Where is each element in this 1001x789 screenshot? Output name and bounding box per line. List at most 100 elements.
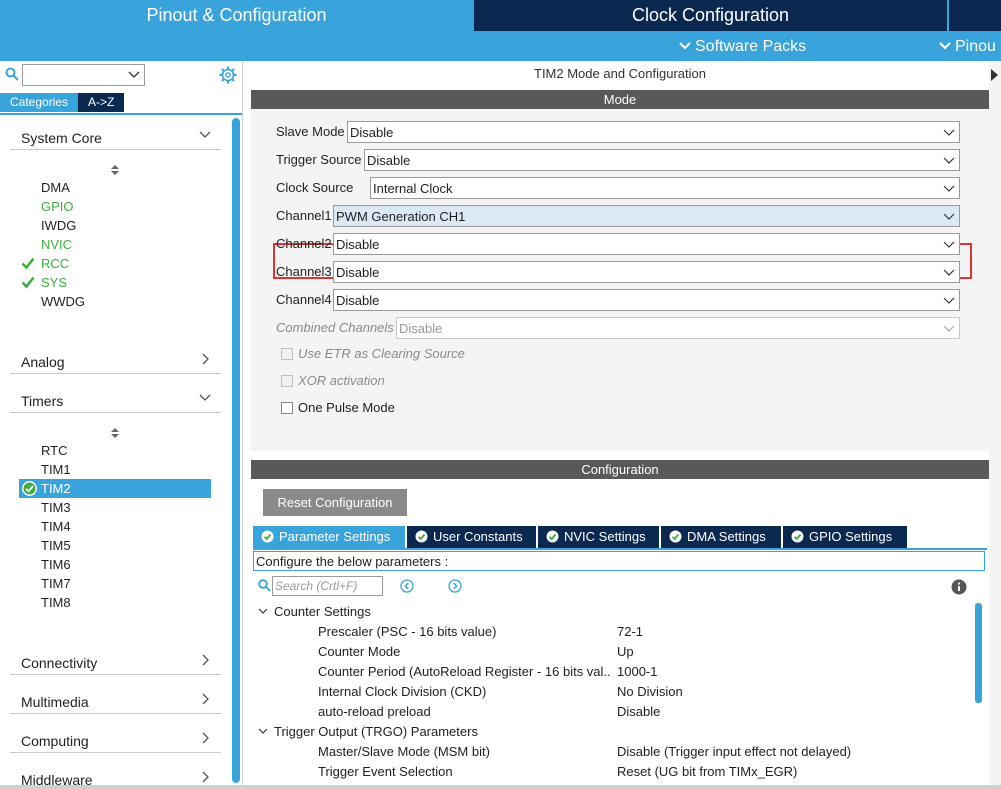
sidebar-item-tim6[interactable]: TIM6 (41, 555, 71, 574)
group-connectivity[interactable]: Connectivity (10, 651, 221, 675)
tab-project-manager[interactable] (949, 0, 1001, 31)
group-multimedia[interactable]: Multimedia (10, 690, 221, 714)
mode-section-header: Mode (251, 90, 989, 109)
previous-result-icon[interactable] (400, 579, 414, 593)
info-icon[interactable] (951, 579, 967, 595)
select-value: Disable (399, 321, 443, 336)
next-result-icon[interactable] (448, 579, 462, 593)
group-timers[interactable]: Timers (10, 389, 221, 413)
param-group-counter-settings[interactable]: Counter Settings (258, 602, 371, 621)
chevron-down-icon (943, 263, 955, 285)
channel4-select[interactable]: Disable (333, 289, 960, 311)
tab-clock-configuration[interactable]: Clock Configuration (474, 0, 947, 31)
tab-categories[interactable]: Categories (0, 93, 79, 112)
field-label: Trigger Source (276, 152, 362, 167)
group-label: Timers (21, 393, 64, 409)
group-analog[interactable]: Analog (10, 350, 221, 374)
one-pulse-mode-checkbox[interactable] (281, 402, 293, 414)
group-middleware[interactable]: Middleware (10, 768, 221, 785)
parameters-scrollbar[interactable] (975, 603, 982, 703)
field-label: Channel3 (276, 264, 332, 279)
tab-dma-settings[interactable]: DMA Settings (661, 526, 781, 548)
sidebar-item-tim1[interactable]: TIM1 (41, 460, 71, 479)
category-search-row (0, 61, 242, 91)
sidebar-item-sys[interactable]: SYS (41, 273, 67, 292)
mode-section: Slave Mode Disable Trigger Source Disabl… (251, 109, 989, 451)
sidebar-item-rtc[interactable]: RTC (41, 441, 67, 460)
trigger-source-select[interactable]: Disable (364, 149, 960, 171)
param-prescaler-value[interactable]: 72-1 (617, 622, 643, 641)
sidebar-item-tim7[interactable]: TIM7 (41, 574, 71, 593)
category-tabs: Categories A->Z (0, 93, 125, 113)
group-system-core[interactable]: System Core (10, 126, 221, 150)
group-label: Multimedia (21, 694, 89, 710)
category-search-input[interactable] (22, 64, 145, 86)
param-counter-period-value[interactable]: 1000-1 (617, 662, 657, 681)
tab-nvic-settings[interactable]: NVIC Settings (538, 526, 659, 548)
chevron-down-icon (258, 724, 274, 743)
parameter-search-input[interactable]: Search (Crtl+F) (272, 576, 383, 596)
select-value: Disable (367, 153, 411, 168)
tab-underline (0, 113, 242, 115)
param-clock-division-value[interactable]: No Division (617, 682, 683, 701)
tab-parameter-settings[interactable]: Parameter Settings (253, 526, 405, 548)
sidebar-item-wwdg[interactable]: WWDG (41, 292, 85, 311)
field-label: Channel4 (276, 292, 332, 307)
sidebar-item-tim5[interactable]: TIM5 (41, 536, 71, 555)
sidebar-item-iwdg[interactable]: IWDG (41, 216, 76, 235)
check-circle-icon (261, 530, 274, 543)
sidebar-item-tim4[interactable]: TIM4 (41, 517, 71, 536)
sort-icon[interactable] (110, 427, 120, 440)
sidebar-item-rcc[interactable]: RCC (41, 254, 69, 273)
tab-gpio-settings[interactable]: GPIO Settings (783, 526, 907, 548)
param-group-label: Counter Settings (274, 604, 371, 619)
select-value: Disable (336, 265, 380, 280)
right-panel-scroll-strip[interactable] (989, 61, 1001, 785)
pinout-menu[interactable]: Pinou (939, 35, 996, 57)
tab-a-to-z[interactable]: A->Z (78, 93, 125, 112)
software-packs-menu[interactable]: Software Packs (679, 35, 806, 57)
gear-icon[interactable] (219, 66, 237, 84)
field-label: Clock Source (276, 180, 354, 195)
left-scrollbar[interactable] (232, 118, 240, 783)
channel3-select[interactable]: Disable (333, 261, 960, 283)
tab-pinout-configuration[interactable]: Pinout & Configuration (0, 0, 473, 31)
bottom-status-strip (0, 785, 1001, 789)
check-circle-icon (22, 481, 37, 496)
param-auto-reload-value[interactable]: Disable (617, 702, 660, 721)
sidebar-item-tim8[interactable]: TIM8 (41, 593, 71, 612)
param-trigger-event-value[interactable]: Reset (UG bit from TIMx_EGR) (617, 762, 797, 781)
group-label: Computing (21, 733, 89, 749)
tab-label: NVIC Settings (564, 529, 646, 544)
select-value: Disable (336, 237, 380, 252)
chevron-right-icon (199, 770, 211, 785)
sort-icon[interactable] (110, 164, 120, 177)
tab-user-constants[interactable]: User Constants (407, 526, 536, 548)
param-group-trgo[interactable]: Trigger Output (TRGO) Parameters (258, 722, 478, 741)
chevron-down-icon[interactable] (128, 67, 140, 84)
chevron-down-icon (943, 179, 955, 201)
clock-source-select[interactable]: Internal Clock (370, 177, 960, 199)
param-trigger-event-name: Trigger Event Selection (318, 764, 453, 779)
chevron-right-icon[interactable] (991, 69, 998, 81)
slave-mode-select[interactable]: Disable (347, 121, 960, 143)
sidebar-item-gpio[interactable]: GPIO (41, 197, 74, 216)
tab-label: User Constants (433, 529, 523, 544)
check-circle-icon (791, 530, 804, 543)
configure-hint-box: Configure the below parameters : (253, 551, 985, 571)
reset-configuration-button[interactable]: Reset Configuration (263, 489, 407, 516)
sidebar-item-tim2[interactable]: TIM2 (19, 479, 211, 498)
sidebar-item-tim3[interactable]: TIM3 (41, 498, 71, 517)
group-computing[interactable]: Computing (10, 729, 221, 753)
select-value: Disable (350, 125, 394, 140)
sidebar-item-dma[interactable]: DMA (41, 178, 70, 197)
field-label: Slave Mode (276, 124, 345, 139)
pinout-menu-label: Pinou (955, 38, 996, 55)
channel1-select[interactable]: PWM Generation CH1 (333, 205, 960, 227)
channel2-select[interactable]: Disable (333, 233, 960, 255)
param-msm-value[interactable]: Disable (Trigger input effect not delaye… (617, 742, 851, 761)
param-counter-mode-value[interactable]: Up (617, 642, 634, 661)
param-counter-mode-name: Counter Mode (318, 644, 401, 659)
sidebar-item-nvic[interactable]: NVIC (41, 235, 72, 254)
sidebar-item-label: TIM2 (41, 481, 71, 496)
